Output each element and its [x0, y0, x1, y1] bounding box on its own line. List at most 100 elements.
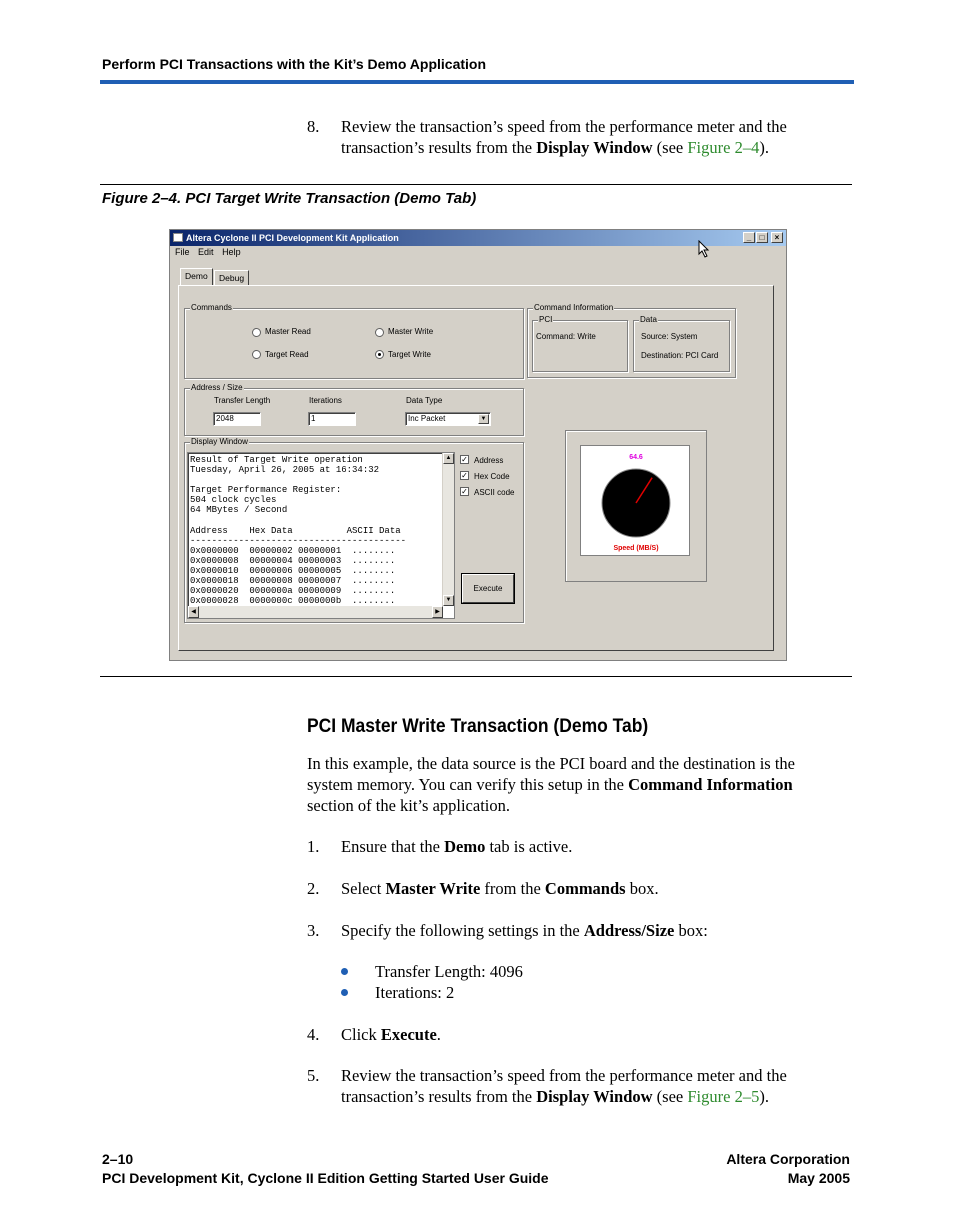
scroll-up-icon[interactable]: ▲ — [443, 453, 454, 464]
commands-group: Commands — [184, 303, 524, 379]
menu-file[interactable]: File — [175, 247, 190, 257]
intro-line-2: system memory. You can verify this setup… — [307, 774, 793, 795]
bullet-transfer-length: Transfer Length: 4096 — [375, 962, 523, 981]
publication-date: May 2005 — [787, 1170, 850, 1186]
commands-term: Commands — [544, 879, 626, 898]
step-5-post: ). — [759, 1087, 769, 1106]
command-value: Command: Write — [536, 332, 596, 341]
ascii-code-checkbox[interactable]: ✓ — [460, 487, 469, 496]
step-8-line1: Review the transaction’s speed from the … — [341, 117, 787, 136]
figure-2-4-link[interactable]: Figure 2–4 — [687, 138, 759, 157]
step-5-line1: Review the transaction’s speed from the … — [341, 1066, 787, 1085]
step-5-number: 5. — [307, 1066, 320, 1085]
scroll-left-icon[interactable]: ◀ — [188, 606, 199, 618]
meter-value: 64.6 — [629, 454, 643, 461]
window-titlebar: Altera Cyclone II PCI Development Kit Ap… — [170, 230, 786, 246]
guide-title: PCI Development Kit, Cyclone II Edition … — [102, 1170, 549, 1186]
chevron-down-icon[interactable]: ▼ — [478, 414, 489, 424]
running-header: Perform PCI Transactions with the Kit’s … — [102, 56, 487, 72]
figure-bottom-rule — [100, 676, 852, 677]
step-8-number: 8. — [307, 117, 320, 136]
step-2-mid: from the — [480, 879, 545, 898]
demo-term: Demo — [444, 837, 486, 856]
address-size-label: Address / Size — [190, 383, 244, 392]
step-4-pre: Click — [341, 1025, 381, 1044]
target-write-radio[interactable] — [375, 350, 384, 359]
step-5-line2: transaction’s results from the Display W… — [341, 1086, 769, 1107]
target-write-label: Target Write — [388, 350, 431, 359]
address-checkbox[interactable]: ✓ — [460, 455, 469, 464]
command-information-term: Command Information — [628, 775, 793, 794]
scroll-right-icon[interactable]: ▶ — [432, 606, 443, 618]
maximize-icon[interactable]: □ — [756, 232, 768, 243]
bullet-iterations: Iterations: 2 — [375, 983, 455, 1002]
ascii-code-checkbox-label: ASCII code — [474, 488, 515, 497]
minimize-icon[interactable]: _ — [743, 232, 755, 243]
menu-help[interactable]: Help — [222, 247, 241, 257]
step-2-text: Select Master Write from the Commands bo… — [341, 878, 659, 899]
display-window-text: Result of Target Write operation Tuesday… — [190, 455, 407, 607]
hex-code-checkbox[interactable]: ✓ — [460, 471, 469, 480]
menu-bar: File Edit Help — [175, 247, 247, 257]
window-title: Altera Cyclone II PCI Development Kit Ap… — [186, 233, 399, 243]
scroll-down-icon[interactable]: ▼ — [443, 595, 454, 606]
target-read-label: Target Read — [265, 350, 309, 359]
target-read-radio[interactable] — [252, 350, 261, 359]
tab-demo[interactable]: Demo — [180, 268, 213, 286]
performance-meter: 64.6 Speed (MB/S) — [580, 445, 690, 556]
intro-line-1: In this example, the data source is the … — [307, 754, 796, 773]
data-type-value: Inc Packet — [408, 414, 446, 423]
mouse-cursor-icon — [698, 240, 710, 258]
step-8-text-end: ). — [759, 138, 769, 157]
execute-term: Execute — [380, 1025, 437, 1044]
step-2-pre: Select — [341, 879, 386, 898]
company-name: Altera Corporation — [726, 1151, 850, 1167]
step-1-number: 1. — [307, 837, 320, 856]
step-4-text: Click Execute. — [341, 1024, 441, 1045]
app-window-screenshot: Altera Cyclone II PCI Development Kit Ap… — [169, 229, 787, 661]
close-icon[interactable]: × — [771, 232, 783, 243]
display-window-term: Display Window — [536, 138, 653, 157]
step-4-number: 4. — [307, 1025, 320, 1044]
data-group: Data — [633, 315, 730, 372]
intro-line-3: section of the kit’s application. — [307, 796, 510, 815]
page-number: 2–10 — [102, 1151, 134, 1167]
step-1-post: tab is active. — [485, 837, 573, 856]
horizontal-scrollbar[interactable]: ◀ ▶ — [188, 606, 443, 618]
destination-value: Destination: PCI Card — [641, 351, 719, 360]
step-5-mid: (see — [652, 1087, 688, 1106]
master-write-radio[interactable] — [375, 328, 384, 337]
transfer-length-input[interactable]: 2048 — [213, 412, 261, 426]
iterations-input[interactable]: 1 — [308, 412, 356, 426]
app-icon — [173, 233, 183, 242]
speed-gauge — [601, 468, 671, 538]
address-size-term: Address/Size — [583, 921, 675, 940]
address-checkbox-label: Address — [474, 456, 504, 465]
step-2-post: box. — [625, 879, 659, 898]
data-type-select[interactable]: Inc Packet ▼ — [405, 412, 491, 426]
master-read-radio[interactable] — [252, 328, 261, 337]
tab-debug[interactable]: Debug — [214, 270, 250, 285]
step-8-text-mid: (see — [652, 138, 688, 157]
display-window-textarea[interactable]: Result of Target Write operation Tuesday… — [187, 452, 455, 619]
command-information-label: Command Information — [533, 303, 615, 312]
data-type-label: Data Type — [406, 396, 443, 405]
iterations-label: Iterations — [309, 396, 342, 405]
pci-label: PCI — [538, 315, 554, 324]
data-label: Data — [639, 315, 658, 324]
section-title: PCI Master Write Transaction (Demo Tab) — [307, 716, 649, 737]
commands-label: Commands — [190, 303, 233, 312]
hex-code-checkbox-label: Hex Code — [474, 472, 510, 481]
meter-label: Speed (MB/S) — [613, 545, 659, 552]
execute-button[interactable]: Execute — [461, 573, 515, 604]
transfer-length-label: Transfer Length — [214, 396, 271, 405]
menu-edit[interactable]: Edit — [198, 247, 214, 257]
figure-2-5-link[interactable]: Figure 2–5 — [687, 1087, 759, 1106]
step-3-number: 3. — [307, 921, 320, 940]
figure-top-rule — [100, 184, 852, 185]
step-8-line2: transaction’s results from the Display W… — [341, 137, 769, 158]
step-8-text: transaction’s results from the — [341, 138, 537, 157]
header-rule — [100, 80, 854, 84]
intro-text: system memory. You can verify this setup… — [307, 775, 629, 794]
vertical-scrollbar[interactable]: ▲ ▼ — [442, 453, 454, 606]
